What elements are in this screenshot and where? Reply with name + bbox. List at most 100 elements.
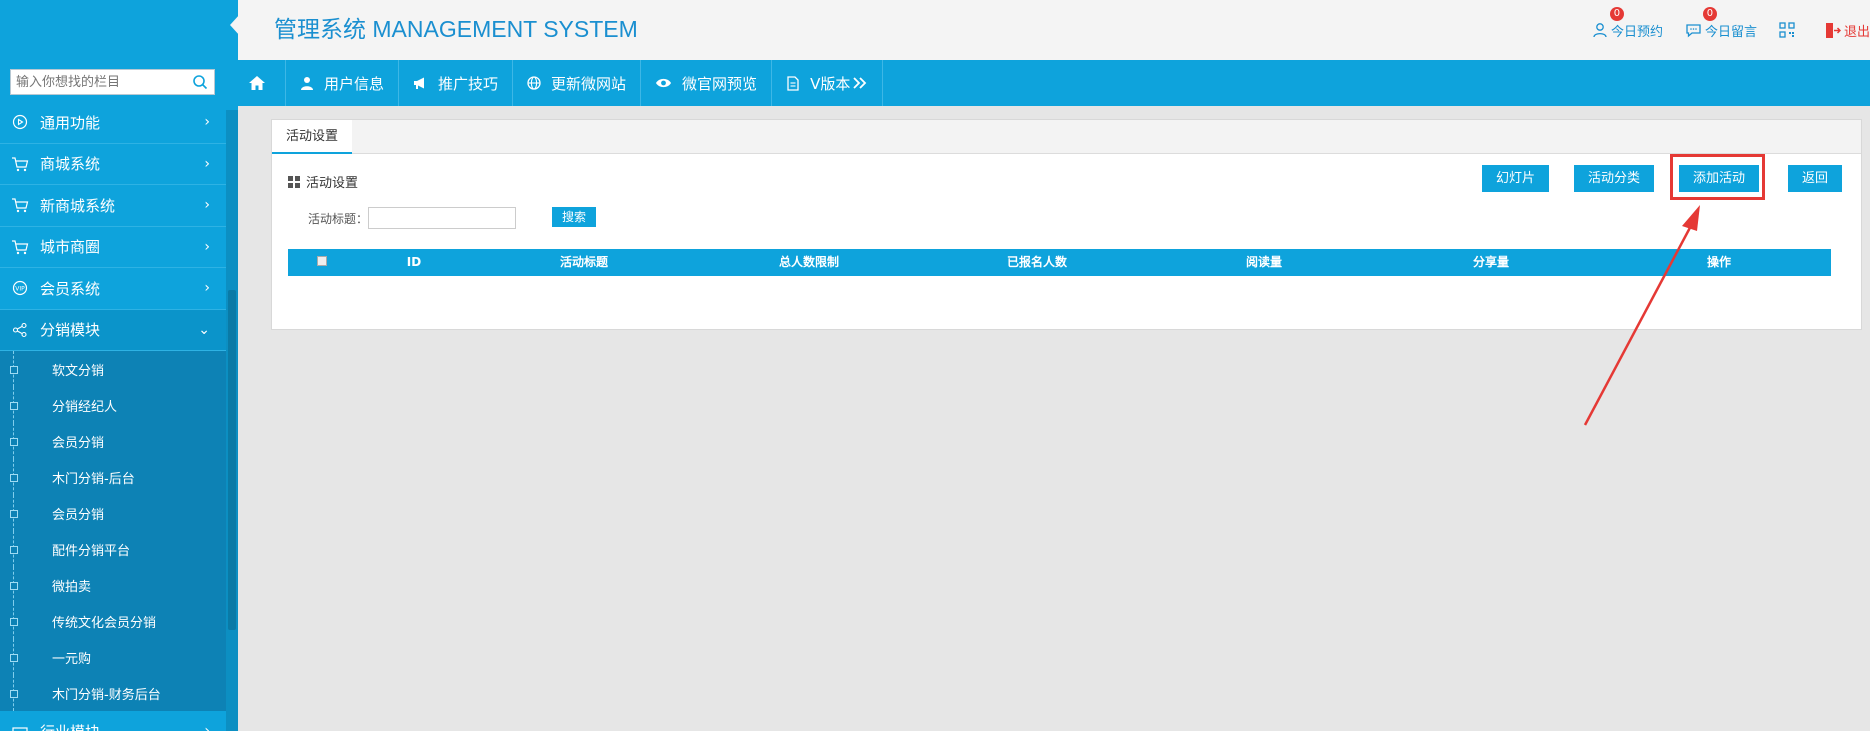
sidebar-item-label: 新商城系统 bbox=[40, 196, 116, 215]
column-header: 操作 bbox=[1706, 255, 1732, 269]
submenu-item[interactable]: 木门分销-后台 bbox=[0, 459, 226, 495]
submenu-item[interactable]: 传统文化会员分销 bbox=[0, 603, 226, 639]
distribution-submenu: 软文分销 分销经纪人 会员分销 木门分销-后台 会员分销 配件分销平台 微拍卖 … bbox=[0, 351, 226, 711]
messages-badge: 0 bbox=[1702, 6, 1717, 21]
play-circle-icon bbox=[0, 114, 40, 130]
double-chevron-right-icon bbox=[853, 77, 867, 89]
cart-icon bbox=[0, 197, 40, 213]
sidebar-notch bbox=[230, 14, 240, 36]
section-title-label: 活动设置 bbox=[306, 176, 359, 191]
chevron-down-icon: ⌄ bbox=[198, 321, 210, 338]
document-icon bbox=[787, 75, 799, 91]
chevron-right-icon: › bbox=[204, 723, 210, 731]
today-appointments-link[interactable]: 0 今日预约 bbox=[1592, 6, 1663, 40]
sidebar: 通用功能 › 商城系统 › 新商城系统 › 城市商圈 › VIP 会员系统 › … bbox=[0, 0, 238, 731]
sidebar-item-new-mall[interactable]: 新商城系统 › bbox=[0, 185, 226, 227]
nav-item-label: 推广技巧 bbox=[438, 74, 499, 93]
sidebar-search-input[interactable] bbox=[11, 70, 181, 94]
chevron-right-icon: › bbox=[204, 155, 210, 172]
app-title: 管理系统 MANAGEMENT SYSTEM bbox=[274, 16, 638, 42]
home-button[interactable] bbox=[238, 60, 286, 106]
select-all-checkbox[interactable] bbox=[317, 256, 327, 266]
messages-label: 今日留言 bbox=[1704, 24, 1757, 40]
nav-item-label: 用户信息 bbox=[324, 74, 385, 93]
nav-item-label: V版本 bbox=[810, 74, 851, 93]
submenu-item[interactable]: 会员分销 bbox=[0, 495, 226, 531]
nav-version[interactable]: V版本 bbox=[772, 60, 884, 106]
submenu-item[interactable]: 配件分销平台 bbox=[0, 531, 226, 567]
nav-site-preview[interactable]: 微官网预览 bbox=[641, 60, 773, 106]
tab-activity-settings[interactable]: 活动设置 bbox=[272, 120, 353, 154]
today-messages-link[interactable]: 0 今日留言 bbox=[1685, 6, 1757, 40]
industry-icon bbox=[0, 723, 40, 731]
slideshow-button[interactable]: 幻灯片 bbox=[1482, 165, 1550, 192]
svg-text:VIP: VIP bbox=[15, 286, 25, 293]
sidebar-item-member[interactable]: VIP 会员系统 › bbox=[0, 268, 226, 310]
appointments-label: 今日预约 bbox=[1610, 24, 1663, 40]
search-icon[interactable] bbox=[192, 74, 208, 90]
logout-button[interactable]: 退出 bbox=[1824, 21, 1870, 40]
nav-promotion-tips[interactable]: 推广技巧 bbox=[399, 60, 514, 106]
sidebar-search bbox=[10, 69, 215, 95]
sidebar-item-label: 商城系统 bbox=[40, 155, 101, 174]
sidebar-item-city-circle[interactable]: 城市商圈 › bbox=[0, 227, 226, 268]
activity-title-label: 活动标题： bbox=[308, 212, 369, 226]
annotation-highlight-box bbox=[1670, 154, 1765, 200]
chat-bubble-icon bbox=[1686, 24, 1701, 38]
sidebar-menu: 通用功能 › 商城系统 › 新商城系统 › 城市商圈 › VIP 会员系统 › … bbox=[0, 102, 226, 731]
submenu-item[interactable]: 微拍卖 bbox=[0, 567, 226, 603]
table-header: ID 活动标题 总人数限制 已报名人数 阅读量 分享量 操作 bbox=[288, 249, 1831, 276]
column-header: ID bbox=[406, 255, 422, 269]
activity-title-input[interactable] bbox=[368, 207, 516, 229]
annotation-arrow bbox=[1583, 205, 1700, 426]
submenu-item[interactable]: 会员分销 bbox=[0, 423, 226, 459]
nav-item-label: 微官网预览 bbox=[682, 74, 758, 93]
submenu-item[interactable]: 软文分销 bbox=[0, 351, 226, 387]
logout-icon bbox=[1825, 22, 1841, 38]
nav-update-site[interactable]: 更新微网站 bbox=[513, 60, 642, 106]
nav-user-info[interactable]: 用户信息 bbox=[286, 60, 400, 106]
share-icon bbox=[0, 322, 40, 338]
column-header: 已报名人数 bbox=[1006, 255, 1068, 269]
submenu-item[interactable]: 分销经纪人 bbox=[0, 387, 226, 423]
column-header: 总人数限制 bbox=[778, 255, 840, 269]
sidebar-scrollbar[interactable] bbox=[226, 110, 238, 731]
back-button[interactable]: 返回 bbox=[1788, 165, 1843, 192]
tab-bar: 活动设置 bbox=[272, 120, 1861, 154]
cart-icon bbox=[0, 156, 40, 172]
globe-icon bbox=[527, 76, 541, 90]
section-title: 活动设置 bbox=[288, 172, 358, 191]
top-actions: 0 今日预约 0 今日留言 退出 bbox=[1592, 0, 1870, 60]
sidebar-item-label: 分销模块 bbox=[40, 321, 101, 340]
chevron-right-icon: › bbox=[204, 114, 210, 131]
column-header: 活动标题 bbox=[559, 255, 609, 269]
column-header: 阅读量 bbox=[1245, 255, 1283, 269]
sidebar-item-label: 城市商圈 bbox=[40, 238, 101, 257]
appointments-badge: 0 bbox=[1609, 6, 1624, 21]
activity-category-button[interactable]: 活动分类 bbox=[1574, 165, 1655, 192]
qr-code-button[interactable] bbox=[1779, 22, 1798, 38]
submenu-item[interactable]: 木门分销-财务后台 bbox=[0, 675, 226, 711]
chevron-right-icon: › bbox=[204, 197, 210, 214]
nav-bar: 用户信息 推广技巧 更新微网站 微官网预览 V版本 bbox=[238, 60, 1870, 106]
submenu-item[interactable]: 一元购 bbox=[0, 639, 226, 675]
sidebar-item-distribution[interactable]: 分销模块 ⌄ bbox=[0, 309, 226, 351]
home-icon bbox=[248, 76, 265, 90]
sidebar-item-mall[interactable]: 商城系统 › bbox=[0, 144, 226, 185]
nav-item-label: 更新微网站 bbox=[551, 74, 627, 93]
sidebar-item-label: 会员系统 bbox=[40, 279, 101, 298]
column-header: 分享量 bbox=[1472, 255, 1510, 269]
sidebar-scroll-thumb[interactable] bbox=[228, 290, 236, 630]
sidebar-item-industry[interactable]: 行业模块 › bbox=[0, 711, 226, 731]
top-bar: 管理系统 MANAGEMENT SYSTEM 0 今日预约 0 今日留言 退出 bbox=[238, 0, 1870, 60]
sidebar-item-label: 行业模块 bbox=[40, 721, 100, 731]
content-panel: 活动设置 活动设置 幻灯片 活动分类 添加活动 返回 活动标题： 搜索 ID 活… bbox=[271, 119, 1862, 330]
qr-code-icon bbox=[1779, 22, 1795, 38]
logout-label: 退出 bbox=[1843, 24, 1870, 40]
sidebar-item-general[interactable]: 通用功能 › bbox=[0, 102, 226, 144]
search-button[interactable]: 搜索 bbox=[552, 207, 597, 227]
user-icon bbox=[301, 77, 313, 90]
vip-icon: VIP bbox=[0, 280, 40, 296]
megaphone-icon bbox=[414, 77, 425, 89]
cart-icon bbox=[0, 239, 40, 255]
